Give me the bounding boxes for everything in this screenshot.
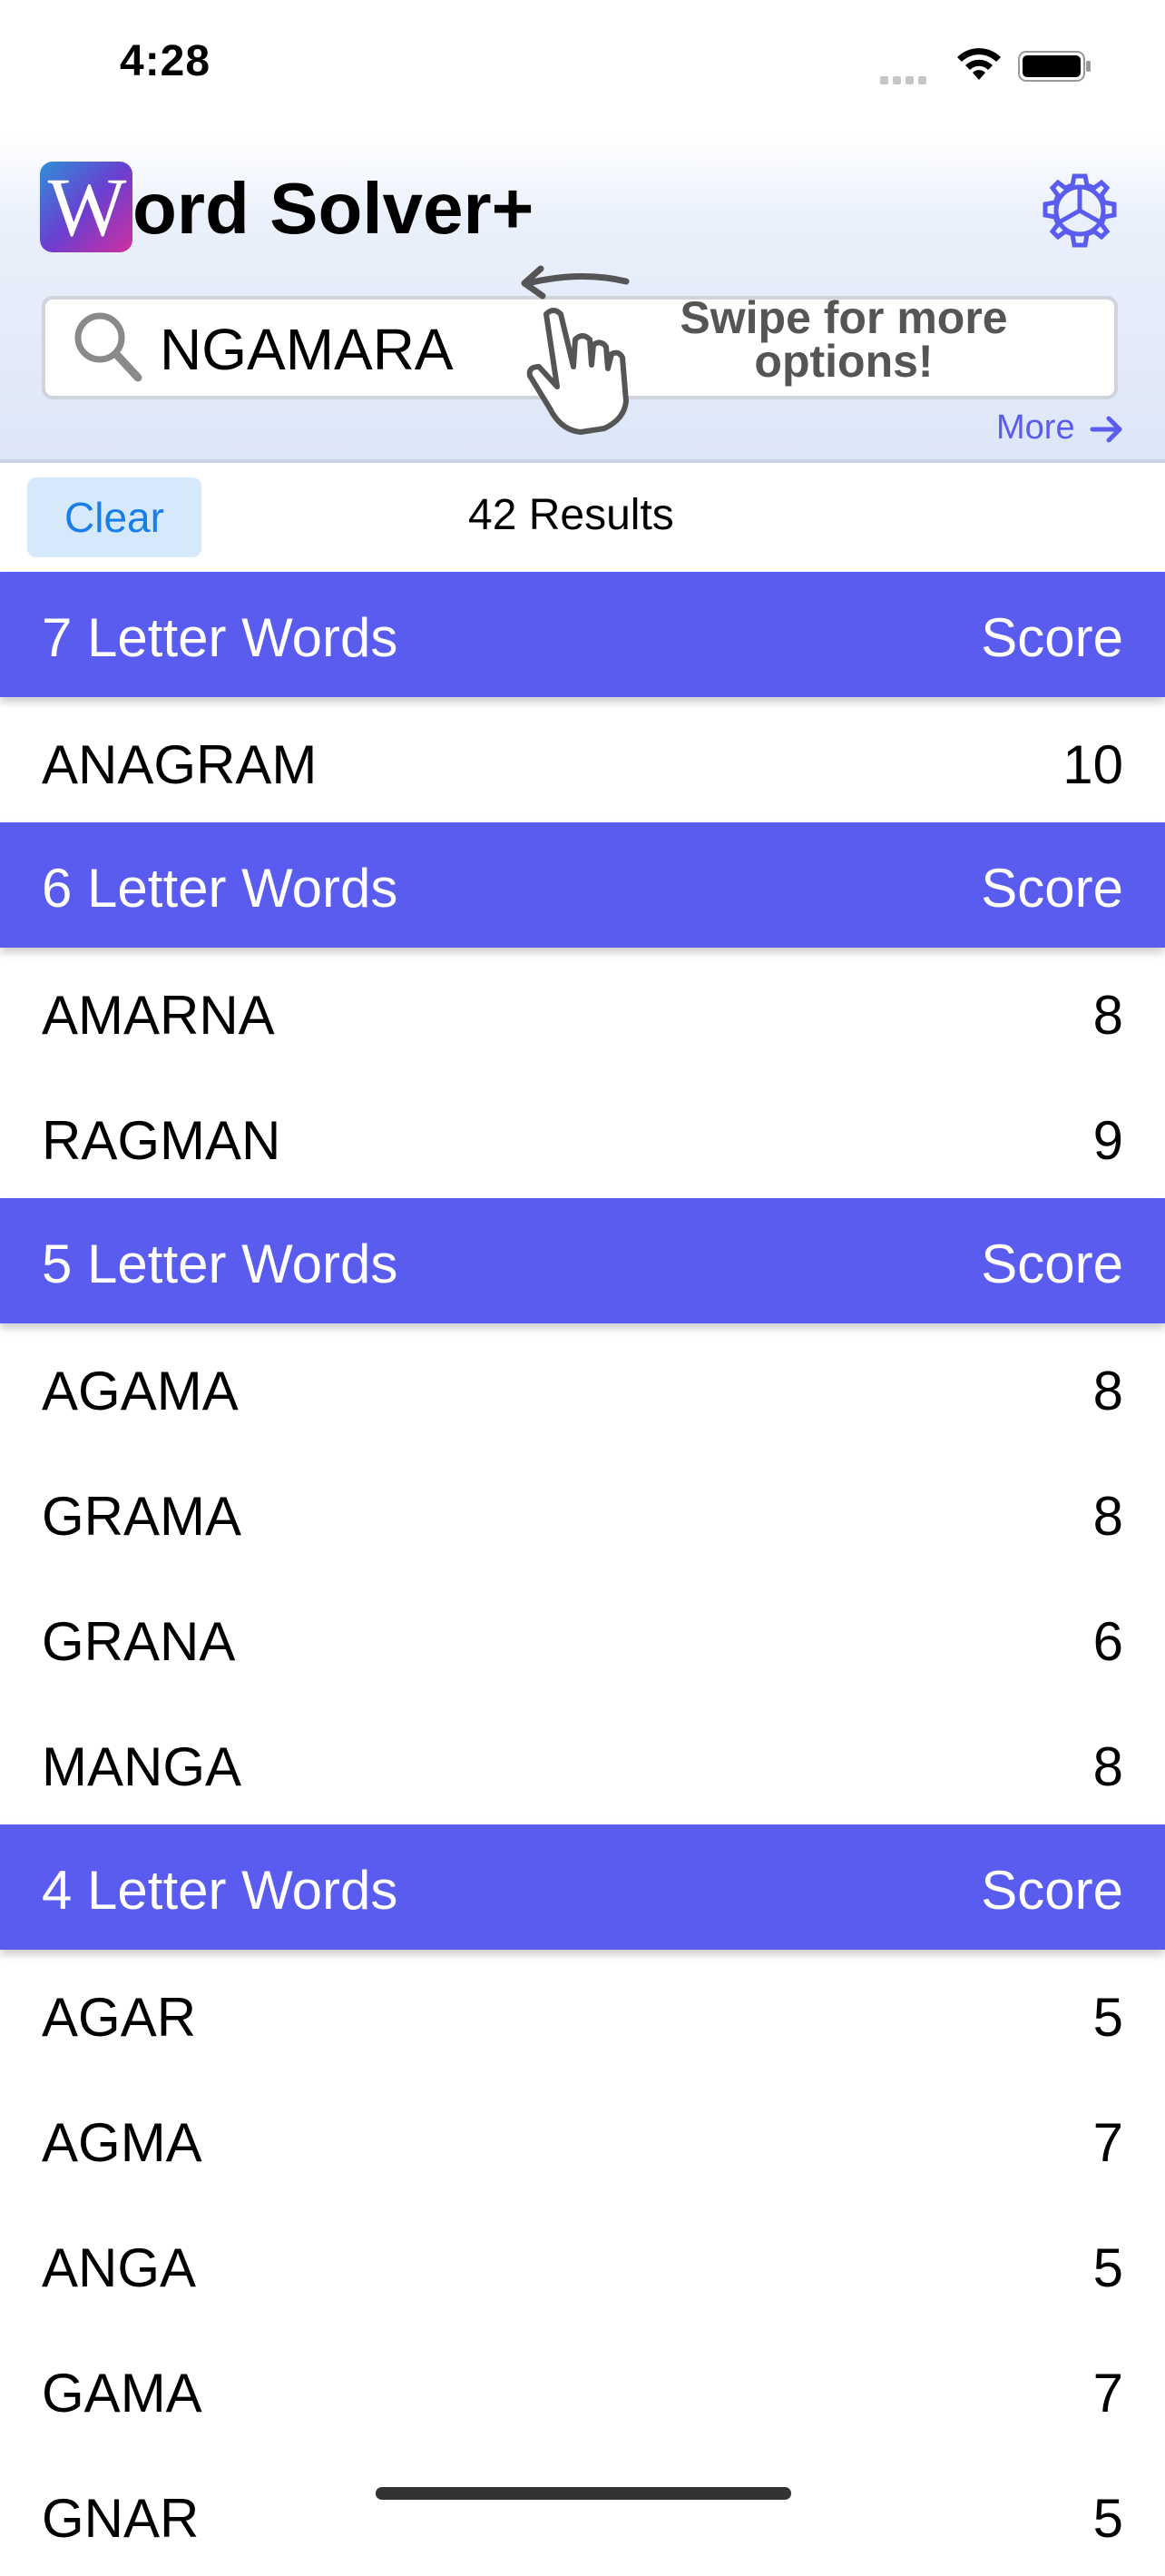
word-score: 8 (1092, 1736, 1123, 1797)
word-score: 7 (1092, 2112, 1123, 2173)
word-score: 7 (1092, 2363, 1123, 2424)
app-title: ord Solver+ (132, 168, 534, 249)
settings-gear-icon[interactable] (1040, 171, 1120, 251)
search-input-value[interactable]: NGAMARA (160, 316, 454, 383)
search-icon (74, 312, 142, 382)
section-header-5-letter: 5 Letter Words Score (0, 1198, 1165, 1323)
word-score: 5 (1092, 2488, 1123, 2549)
word-row[interactable]: GNAR 5 (0, 2451, 1165, 2576)
header-divider (0, 459, 1165, 463)
word-row[interactable]: MANGA 8 (0, 1699, 1165, 1824)
word: GNAR (42, 2488, 200, 2549)
word: AGAMA (42, 1361, 239, 1421)
word: MANGA (42, 1736, 242, 1797)
section-title: 7 Letter Words (42, 607, 398, 668)
word-row[interactable]: GAMA 7 (0, 2325, 1165, 2451)
battery-icon (1018, 51, 1091, 82)
word-row[interactable]: AMARNA 8 (0, 948, 1165, 1073)
cellular-signal-icon (880, 73, 931, 89)
home-indicator[interactable] (376, 2487, 791, 2500)
wifi-icon (957, 48, 1001, 80)
word: ANGA (42, 2237, 197, 2298)
more-link[interactable]: More (996, 408, 1075, 447)
word: AMARNA (42, 985, 275, 1046)
word-row[interactable]: AGAMA 8 (0, 1323, 1165, 1449)
word-score: 8 (1092, 985, 1123, 1046)
word-row[interactable]: ANGA 5 (0, 2200, 1165, 2325)
results-list[interactable]: 7 Letter Words Score ANAGRAM 10 6 Letter… (0, 572, 1165, 2576)
word-row[interactable]: GRAMA 8 (0, 1449, 1165, 1574)
section-title: 5 Letter Words (42, 1234, 398, 1294)
word: RAGMAN (42, 1110, 281, 1171)
word: ANAGRAM (42, 734, 318, 795)
word-score: 9 (1092, 1110, 1123, 1171)
section-header-7-letter: 7 Letter Words Score (0, 572, 1165, 697)
results-count: 42 Results (468, 491, 674, 539)
word-score: 6 (1092, 1611, 1123, 1672)
swipe-hint: Swipe for more options! (680, 292, 1008, 387)
section-header-6-letter: 6 Letter Words Score (0, 822, 1165, 948)
word: AGMA (42, 2112, 202, 2173)
arrow-right-icon[interactable] (1089, 413, 1125, 446)
section-title: 4 Letter Words (42, 1860, 398, 1921)
section-score-label: Score (981, 1234, 1123, 1294)
clear-button[interactable]: Clear (27, 477, 201, 557)
swipe-hand-icon (526, 308, 629, 435)
word-score: 8 (1092, 1361, 1123, 1421)
app-logo-letter: W (47, 161, 127, 253)
word-row[interactable]: GRANA 6 (0, 1574, 1165, 1699)
word-score: 5 (1092, 2237, 1123, 2298)
word: GRAMA (42, 1486, 242, 1547)
section-score-label: Score (981, 1860, 1123, 1921)
word-row[interactable]: RAGMAN 9 (0, 1073, 1165, 1198)
word-score: 8 (1092, 1486, 1123, 1547)
status-time: 4:28 (120, 37, 211, 85)
section-title: 6 Letter Words (42, 858, 398, 919)
section-header-4-letter: 4 Letter Words Score (0, 1824, 1165, 1950)
word: GAMA (42, 2363, 202, 2424)
word-row[interactable]: AGMA 7 (0, 2075, 1165, 2200)
section-score-label: Score (981, 858, 1123, 919)
word-row[interactable]: AGAR 5 (0, 1950, 1165, 2075)
word: GRANA (42, 1611, 236, 1672)
word-row[interactable]: ANAGRAM 10 (0, 697, 1165, 822)
word-score: 5 (1092, 1987, 1123, 2048)
word: AGAR (42, 1987, 197, 2048)
section-score-label: Score (981, 607, 1123, 668)
word-score: 10 (1062, 734, 1123, 795)
